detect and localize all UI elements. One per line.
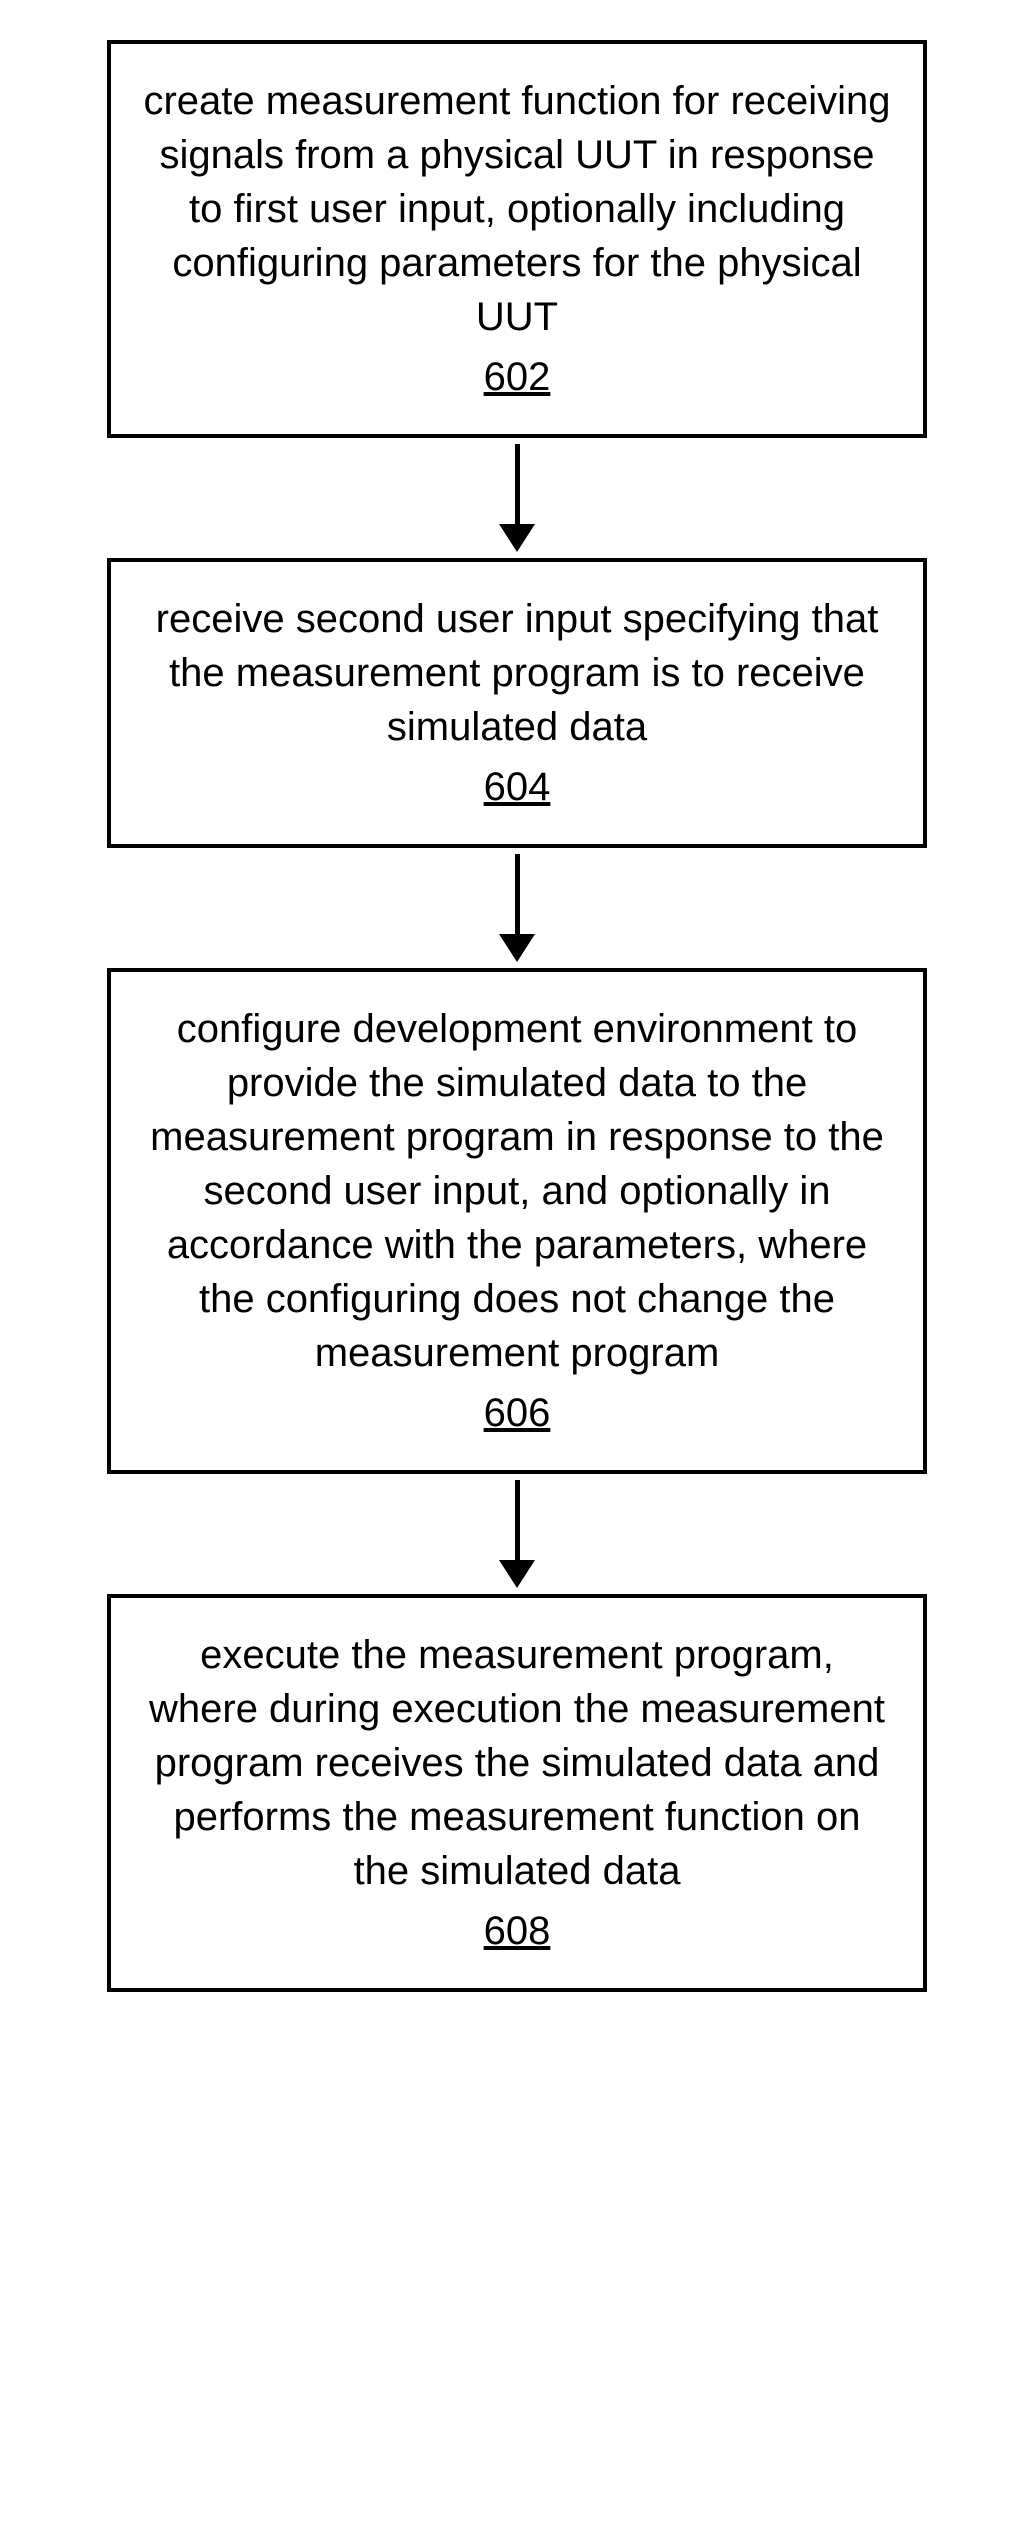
flow-step-606: configure development environment to pro…: [107, 968, 927, 1474]
flow-step-ref: 604: [484, 760, 551, 814]
flow-step-text: execute the measurement program, where d…: [149, 1633, 885, 1893]
flow-step-ref: 608: [484, 1904, 551, 1958]
flow-step-text: create measurement function for receivin…: [143, 79, 890, 339]
flowchart-container: create measurement function for receivin…: [0, 0, 1034, 2032]
flow-step-ref: 602: [484, 350, 551, 404]
flow-step-ref: 606: [484, 1386, 551, 1440]
flow-step-text: configure development environment to pro…: [150, 1007, 884, 1375]
arrow-down-icon: [499, 848, 535, 968]
flow-step-602: create measurement function for receivin…: [107, 40, 927, 438]
arrow-down-icon: [499, 438, 535, 558]
flow-step-text: receive second user input specifying tha…: [156, 597, 879, 749]
flow-step-608: execute the measurement program, where d…: [107, 1594, 927, 1992]
flow-step-604: receive second user input specifying tha…: [107, 558, 927, 848]
arrow-down-icon: [499, 1474, 535, 1594]
